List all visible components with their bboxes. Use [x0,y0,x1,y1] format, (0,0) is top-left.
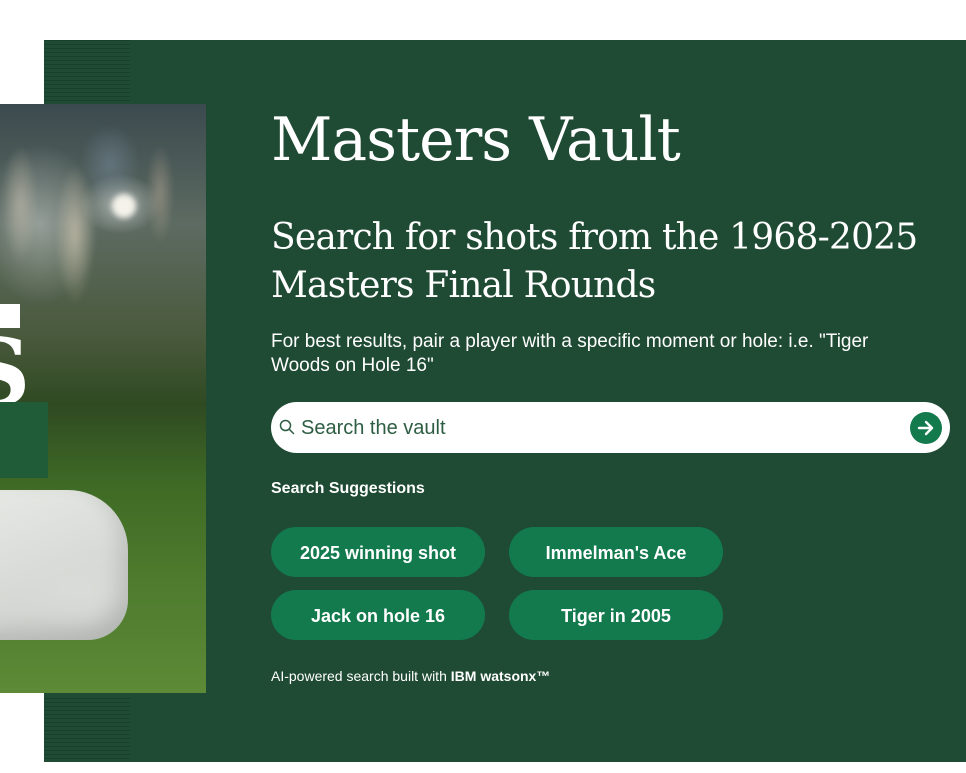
kneeling-golfer [0,490,128,640]
arrow-right-icon [917,420,934,436]
search-icon [279,419,295,435]
search-bar[interactable] [271,402,950,453]
suggestion-chip-immelman-ace[interactable]: Immelman's Ace [509,527,723,577]
decorative-stripes-top [44,40,130,104]
page-title: Masters Vault [271,105,681,175]
page-subtitle: Search for shots from the 1968-2025 Mast… [271,217,918,306]
suggestion-chip-tiger-2005[interactable]: Tiger in 2005 [509,590,723,640]
ai-credit-note: AI-powered search built with IBM watsonx… [271,668,550,684]
ai-credit-brand: IBM watsonx™ [450,668,551,684]
search-hint: For best results, pair a player with a s… [271,331,869,376]
ai-credit-prefix: AI-powered search built with [271,668,451,684]
hero-photo: S [0,104,206,693]
hero-green-block [0,402,48,478]
decorative-stripes-bottom [44,698,130,762]
search-submit-button[interactable] [910,412,942,444]
suggestion-chip-jack-hole-16[interactable]: Jack on hole 16 [271,590,485,640]
crowd-background [0,104,206,354]
suggestions-heading: Search Suggestions [271,480,425,497]
search-input[interactable] [299,412,903,445]
suggestion-chip-2025-winning-shot[interactable]: 2025 winning shot [271,527,485,577]
light-glow [112,194,136,218]
